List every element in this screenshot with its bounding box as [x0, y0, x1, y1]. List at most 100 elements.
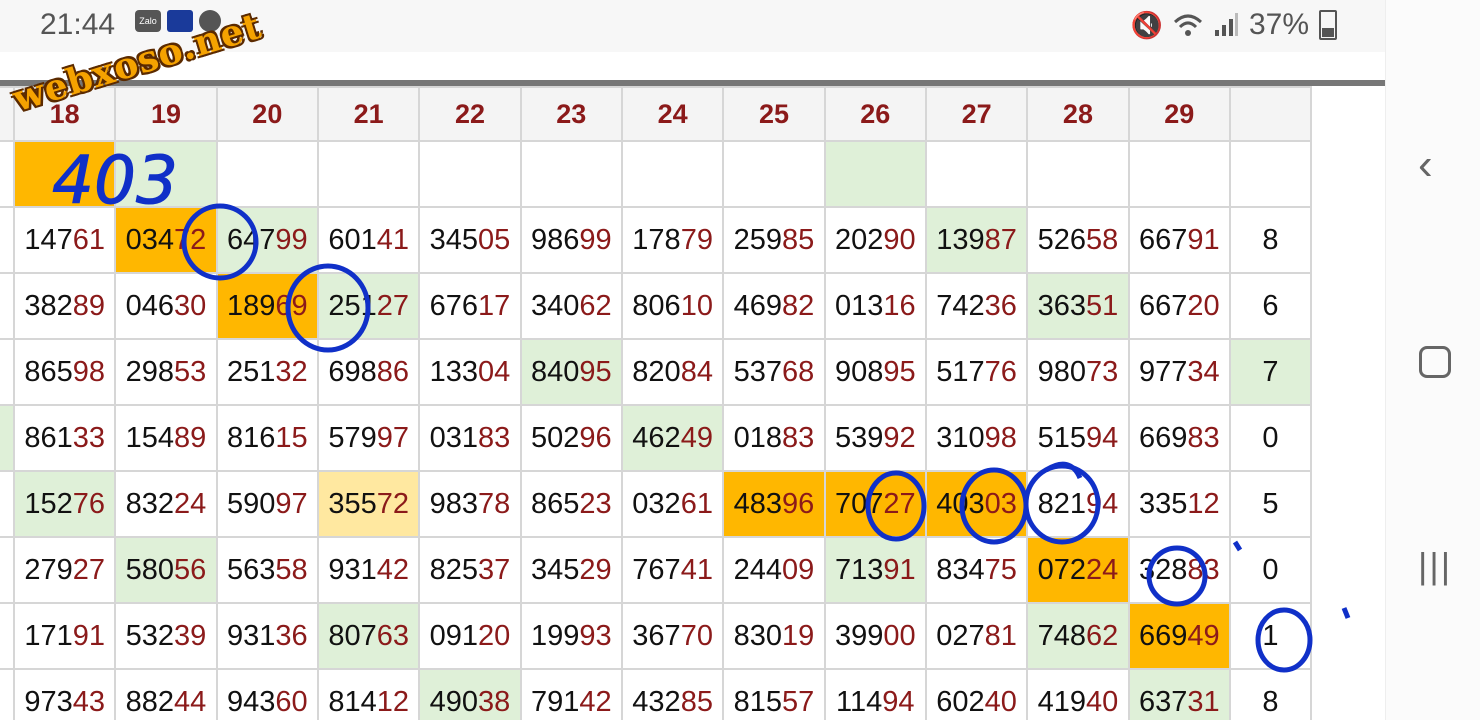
result-cell: 57997: [316, 404, 421, 472]
cell-head-digits: 340: [530, 289, 580, 322]
cell-head-digits: 830: [733, 619, 783, 652]
table-row: 4415276832245909735572983788652303261483…: [0, 470, 1313, 538]
cell-tail-digits: 32: [275, 355, 308, 388]
cell-head-digits: 517: [936, 355, 985, 388]
back-icon[interactable]: ‹: [1418, 140, 1433, 190]
cell-head-digits: 667: [1138, 223, 1188, 256]
cell-tail-digits: 12: [376, 685, 409, 718]
android-nav-bar: ‹ |||: [1385, 0, 1480, 720]
result-cell: 46249: [620, 404, 725, 472]
result-cell: 66720: [1127, 272, 1231, 340]
cell-tail-digits: 92: [883, 421, 916, 454]
result-cell: 11494: [823, 668, 927, 720]
cell-tail-digits: 98: [984, 421, 1017, 454]
result-cell: [1026, 140, 1130, 208]
result-cell: 38289: [12, 272, 117, 340]
result-cell: 32883: [1127, 536, 1231, 604]
result-cell: 19993: [519, 602, 623, 670]
result-cell: 41940: [1026, 668, 1130, 720]
cell-tail-digits: 62: [579, 289, 612, 322]
cell-head-digits: 419: [1037, 685, 1086, 718]
result-cell: [519, 140, 623, 208]
column-header: 29: [1127, 86, 1231, 142]
cell-head-digits: 027: [936, 619, 985, 652]
cell-head-digits: 382: [24, 289, 73, 322]
cell-head-digits: 980: [1037, 355, 1086, 388]
result-cell: 03183: [418, 404, 522, 472]
table-row: 0727927580565635893142825373452976741244…: [0, 536, 1313, 604]
cell-head-digits: 403: [936, 487, 985, 520]
column-header: 21: [316, 86, 421, 142]
cell-head-digits: 806: [632, 289, 681, 322]
cell-tail-digits: 41: [376, 223, 409, 256]
result-cell: [418, 140, 522, 208]
result-cell: 0: [1228, 536, 1313, 604]
cell-head-digits: 072: [1037, 553, 1086, 586]
result-cell: 74: [0, 140, 15, 208]
result-cell: 93142: [316, 536, 421, 604]
mute-icon: 🔇: [1130, 9, 1163, 40]
cell-tail-digits: 68: [782, 355, 815, 388]
cell-tail-digits: 53: [174, 355, 207, 388]
cell-head-digits: 973: [24, 685, 73, 718]
cell-head-digits: 279: [24, 553, 73, 586]
result-cell: [823, 140, 927, 208]
cell-tail-digits: 09: [782, 553, 815, 586]
result-cell: 98699: [519, 206, 623, 274]
cell-head-digits: 601: [328, 223, 377, 256]
result-cell: 56358: [215, 536, 319, 604]
table-row: 1738289046301896925127676173406280610469…: [0, 272, 1313, 340]
table-row: 5717191532399313680763091201999336770830…: [0, 602, 1313, 670]
result-cell: 84095: [519, 338, 623, 406]
cell-tail-digits: 49: [680, 421, 713, 454]
result-cell: 80763: [316, 602, 421, 670]
cell-head-digits: 742: [936, 289, 985, 322]
cell-tail-digits: 98: [72, 355, 105, 388]
cell-tail-digits: 96: [782, 487, 815, 520]
cell-head-digits: 202: [834, 223, 884, 256]
cell-head-digits: 5: [1262, 487, 1279, 520]
result-cell: 43285: [620, 668, 725, 720]
cell-tail-digits: 40: [1086, 685, 1119, 718]
result-cell: 83475: [924, 536, 1029, 604]
result-cell: 07: [0, 536, 15, 604]
result-cell: 74862: [1026, 602, 1130, 670]
result-cell: [114, 140, 218, 208]
result-cell: 83224: [114, 470, 218, 538]
cell-head-digits: 018: [733, 421, 783, 454]
result-cell: 63731: [1127, 668, 1231, 720]
cell-head-digits: 328: [1138, 553, 1188, 586]
result-cell: [1228, 140, 1313, 208]
cell-tail-digits: 91: [883, 553, 916, 586]
result-cell: 88244: [114, 668, 218, 720]
cell-head-digits: 490: [429, 685, 479, 718]
cell-tail-digits: 73: [1086, 355, 1119, 388]
cell-head-digits: 820: [632, 355, 681, 388]
cell-tail-digits: 24: [174, 487, 207, 520]
cell-tail-digits: 16: [883, 289, 916, 322]
cell-head-digits: 602: [936, 685, 985, 718]
cell-head-digits: 046: [125, 289, 175, 322]
cell-head-digits: 931: [226, 619, 276, 652]
cell-tail-digits: 99: [579, 223, 612, 256]
recent-apps-icon[interactable]: |||: [1418, 545, 1452, 587]
results-table-viewport[interactable]: 181920212223242526272829 745714761034726…: [0, 86, 1385, 720]
cell-head-digits: 669: [1138, 421, 1188, 454]
cell-tail-digits: 99: [275, 223, 308, 256]
result-cell: 40303: [924, 470, 1029, 538]
zalo-icon: Zalo: [135, 10, 161, 32]
cell-tail-digits: 44: [174, 685, 207, 718]
result-cell: 13304: [418, 338, 522, 406]
cell-tail-digits: 15: [275, 421, 308, 454]
battery-icon: [1319, 10, 1337, 40]
result-cell: 52658: [1026, 206, 1130, 274]
result-cell: [1127, 140, 1231, 208]
signal-icon: [1214, 13, 1238, 36]
cell-tail-digits: 83: [1187, 553, 1220, 586]
result-cell: 04630: [114, 272, 218, 340]
result-cell: 97734: [1127, 338, 1231, 406]
home-icon[interactable]: [1419, 346, 1451, 378]
cell-tail-digits: 43: [72, 685, 105, 718]
cell-tail-digits: 95: [883, 355, 916, 388]
cell-head-digits: 091: [429, 619, 479, 652]
